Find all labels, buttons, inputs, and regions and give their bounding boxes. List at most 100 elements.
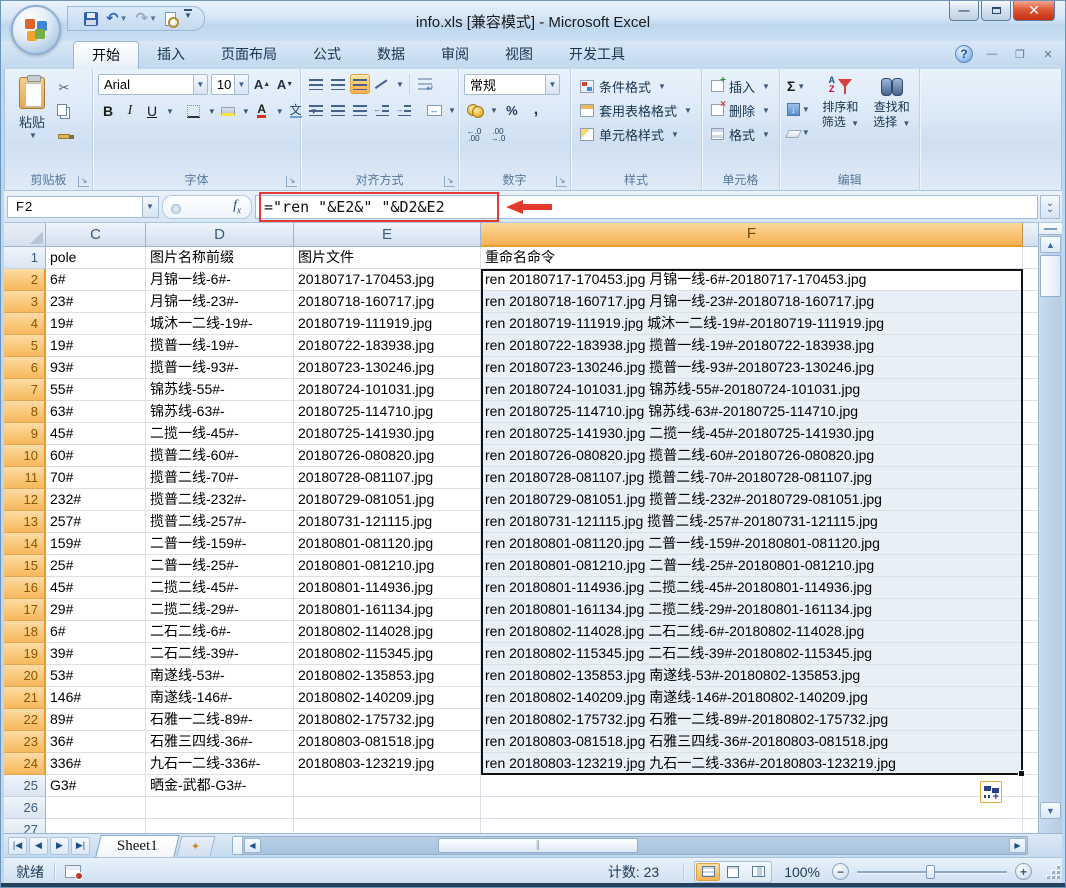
row-header-4[interactable]: 4 bbox=[4, 313, 46, 335]
cell-C14[interactable]: 159# bbox=[46, 533, 146, 555]
undo-button[interactable]: ↶▼ bbox=[104, 9, 130, 29]
cell-F1[interactable]: 重命名命令 bbox=[481, 247, 1023, 269]
row-header-20[interactable]: 20 bbox=[4, 665, 46, 687]
minimize-button[interactable]: — bbox=[949, 1, 979, 21]
ribbon-tab-7[interactable]: 开发工具 bbox=[551, 41, 643, 69]
scroll-up-icon[interactable]: ▲ bbox=[1040, 236, 1061, 253]
format-painter-button[interactable] bbox=[54, 124, 74, 144]
cell-E9[interactable]: 20180725-141930.jpg bbox=[294, 423, 481, 445]
cell-D14[interactable]: 二普一线-159#- bbox=[146, 533, 294, 555]
decrease-font-button[interactable]: A▼ bbox=[275, 75, 295, 95]
cell-F26[interactable] bbox=[481, 797, 1023, 819]
zoom-slider-thumb[interactable] bbox=[926, 865, 935, 879]
find-select-button[interactable]: 查找和 选择 ▼ bbox=[869, 74, 914, 170]
cell-E22[interactable]: 20180802-175732.jpg bbox=[294, 709, 481, 731]
cell-D8[interactable]: 锦苏线-63#- bbox=[146, 401, 294, 423]
cell-E16[interactable]: 20180801-114936.jpg bbox=[294, 577, 481, 599]
name-box[interactable]: F2▼ bbox=[7, 196, 159, 218]
cell-D6[interactable]: 揽普一线-93#- bbox=[146, 357, 294, 379]
cell-F8[interactable]: ren 20180725-114710.jpg 锦苏线-63#-20180725… bbox=[481, 401, 1023, 423]
cell-F22[interactable]: ren 20180802-175732.jpg 石雅一二线-89#-201808… bbox=[481, 709, 1023, 731]
row-header-14[interactable]: 14 bbox=[4, 533, 46, 555]
cell-F7[interactable]: ren 20180724-101031.jpg 锦苏线-55#-20180724… bbox=[481, 379, 1023, 401]
zoom-in-button[interactable]: + bbox=[1015, 863, 1032, 880]
cell-D4[interactable]: 城沐一二线-19#- bbox=[146, 313, 294, 335]
autosum-button[interactable]: Σ▼ bbox=[785, 76, 812, 96]
italic-button[interactable]: I bbox=[120, 101, 140, 121]
cell-D5[interactable]: 揽普一线-19#- bbox=[146, 335, 294, 357]
cell-F6[interactable]: ren 20180723-130246.jpg 揽普一线-93#-2018072… bbox=[481, 357, 1023, 379]
cell-F24[interactable]: ren 20180803-123219.jpg 九石一二线-336#-20180… bbox=[481, 753, 1023, 775]
cell-D11[interactable]: 揽普二线-70#- bbox=[146, 467, 294, 489]
number-format-dropdown-icon[interactable]: ▼ bbox=[545, 75, 559, 94]
row-header-2[interactable]: 2 bbox=[4, 269, 46, 291]
font-color-button[interactable]: A bbox=[252, 101, 272, 121]
horizontal-scrollbar[interactable]: ◀ ▶ bbox=[232, 836, 1028, 855]
restore-button[interactable] bbox=[981, 1, 1011, 21]
row-header-12[interactable]: 12 bbox=[4, 489, 46, 511]
cell-F10[interactable]: ren 20180726-080820.jpg 揽普二线-60#-2018072… bbox=[481, 445, 1023, 467]
cell-F11[interactable]: ren 20180728-081107.jpg 揽普二线-70#-2018072… bbox=[481, 467, 1023, 489]
row-header-15[interactable]: 15 bbox=[4, 555, 46, 577]
cell-E15[interactable]: 20180801-081210.jpg bbox=[294, 555, 481, 577]
accounting-dropdown-icon[interactable]: ▼ bbox=[490, 106, 498, 115]
row-header-6[interactable]: 6 bbox=[4, 357, 46, 379]
paste-dropdown-icon[interactable]: ▼ bbox=[29, 131, 37, 140]
zoom-level[interactable]: 100% bbox=[784, 864, 820, 880]
vertical-scrollbar[interactable]: ▲ ▼ bbox=[1038, 223, 1062, 833]
orientation-dropdown-icon[interactable]: ▼ bbox=[396, 80, 404, 89]
row-header-1[interactable]: 1 bbox=[4, 247, 46, 269]
close-button[interactable]: ✕ bbox=[1013, 1, 1055, 21]
font-size-dropdown-icon[interactable]: ▼ bbox=[234, 75, 248, 94]
fill-color-button[interactable] bbox=[218, 101, 238, 121]
cell-C4[interactable]: 19# bbox=[46, 313, 146, 335]
autosum-dropdown-icon[interactable]: ▼ bbox=[797, 82, 805, 91]
next-sheet-button[interactable]: ▶ bbox=[50, 837, 69, 855]
cell-C5[interactable]: 19# bbox=[46, 335, 146, 357]
row-header-23[interactable]: 23 bbox=[4, 731, 46, 753]
fill-color-dropdown-icon[interactable]: ▼ bbox=[242, 107, 250, 116]
help-button[interactable]: ? bbox=[955, 45, 973, 63]
cell-E23[interactable]: 20180803-081518.jpg bbox=[294, 731, 481, 753]
cell-C17[interactable]: 29# bbox=[46, 599, 146, 621]
cell-D18[interactable]: 二石二线-6#- bbox=[146, 621, 294, 643]
cell-F3[interactable]: ren 20180718-160717.jpg 月锦一线-23#-2018071… bbox=[481, 291, 1023, 313]
clear-dropdown-icon[interactable]: ▼ bbox=[802, 128, 810, 137]
row-header-5[interactable]: 5 bbox=[4, 335, 46, 357]
cell-C15[interactable]: 25# bbox=[46, 555, 146, 577]
font-color-dropdown-icon[interactable]: ▼ bbox=[276, 107, 284, 116]
redo-button[interactable]: ↷▼ bbox=[134, 9, 160, 29]
cell-C27[interactable] bbox=[46, 819, 146, 833]
decrease-indent-button[interactable] bbox=[372, 100, 392, 120]
cell-E5[interactable]: 20180722-183938.jpg bbox=[294, 335, 481, 357]
cell-C3[interactable]: 23# bbox=[46, 291, 146, 313]
cell-E6[interactable]: 20180723-130246.jpg bbox=[294, 357, 481, 379]
cell-F12[interactable]: ren 20180729-081051.jpg 揽普二线-232#-201807… bbox=[481, 489, 1023, 511]
cell-C24[interactable]: 336# bbox=[46, 753, 146, 775]
wrap-text-button[interactable] bbox=[415, 74, 435, 94]
sheet-tab-sheet1[interactable]: Sheet1 bbox=[95, 835, 179, 857]
cell-C21[interactable]: 146# bbox=[46, 687, 146, 709]
cell-C19[interactable]: 39# bbox=[46, 643, 146, 665]
row-header-24[interactable]: 24 bbox=[4, 753, 46, 775]
page-layout-view-button[interactable] bbox=[721, 863, 745, 881]
cell-E2[interactable]: 20180717-170453.jpg bbox=[294, 269, 481, 291]
align-middle-button[interactable] bbox=[328, 74, 348, 94]
scroll-down-icon[interactable]: ▼ bbox=[1040, 802, 1061, 819]
row-header-8[interactable]: 8 bbox=[4, 401, 46, 423]
row-header-17[interactable]: 17 bbox=[4, 599, 46, 621]
row-header-7[interactable]: 7 bbox=[4, 379, 46, 401]
font-dialog-launcher[interactable]: ↘ bbox=[286, 176, 297, 187]
bold-button[interactable]: B bbox=[98, 101, 118, 121]
percent-style-button[interactable]: % bbox=[502, 100, 522, 120]
cell-C22[interactable]: 89# bbox=[46, 709, 146, 731]
print-preview-button[interactable] bbox=[163, 9, 178, 29]
cell-F23[interactable]: ren 20180803-081518.jpg 石雅三四线-36#-201808… bbox=[481, 731, 1023, 753]
cell-E19[interactable]: 20180802-115345.jpg bbox=[294, 643, 481, 665]
alignment-dialog-launcher[interactable]: ↘ bbox=[444, 176, 455, 187]
cell-E17[interactable]: 20180801-161134.jpg bbox=[294, 599, 481, 621]
orientation-button[interactable] bbox=[372, 74, 392, 94]
decrease-decimal-button[interactable]: .00 →.0 bbox=[488, 125, 508, 145]
cell-D15[interactable]: 二普一线-25#- bbox=[146, 555, 294, 577]
underline-button[interactable]: U bbox=[142, 101, 162, 121]
